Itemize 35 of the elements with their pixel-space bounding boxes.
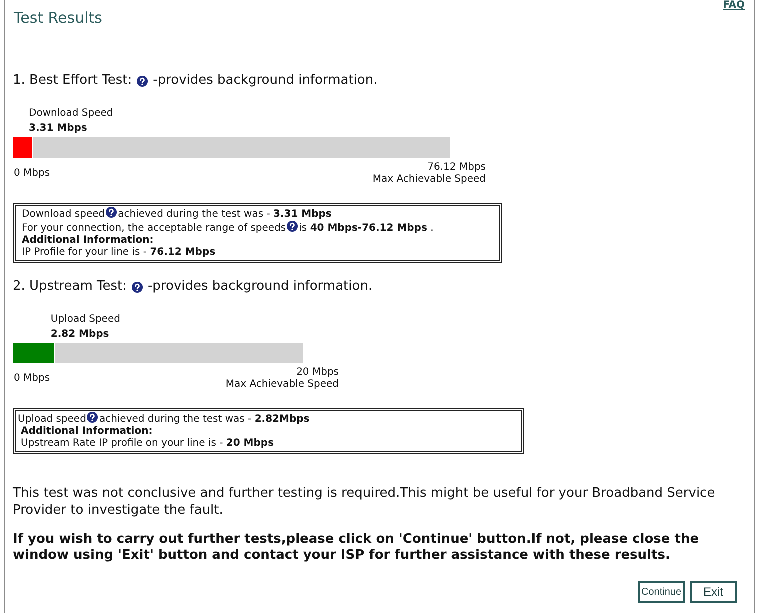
help-icon[interactable]: [132, 282, 143, 292]
info-text: IP Profile for your line is - 76.12 Mbps: [22, 247, 216, 258]
instruction-text: If you wish to carry out further tests,please click on 'Continue' button.If not, please close the window using 'Exit' button and contact your ISP for further assistance with these results.: [13, 532, 700, 564]
meter-value: 3.31 Mbps: [29, 122, 88, 136]
info-text: For your connection, the acceptable range of speeds: [22, 223, 286, 234]
section-note: -provides background information.: [153, 73, 378, 89]
help-icon[interactable]: [106, 207, 118, 218]
action-button[interactable]: Exit: [690, 581, 737, 603]
meter-label: Upload Speed: [50, 313, 120, 327]
scale-max-label: Max Achievable Speed: [372, 174, 486, 186]
info-text: Upstream Rate IP profile on your line is - 20 Mbps: [21, 438, 274, 449]
section-heading: 1. Best Effort Test:: [13, 73, 132, 89]
info-text: is 40 Mbps-76.12 Mbps .: [299, 223, 434, 234]
help-icon[interactable]: [287, 221, 298, 232]
scale-min-label: 0 Mbps: [14, 168, 50, 180]
info-heading: Additional Information:: [22, 235, 154, 246]
info-text: Upload speed: [18, 414, 86, 425]
info-text: Download speed: [22, 209, 106, 220]
meter-value: 2.82 Mbps: [50, 328, 110, 342]
scale-max-value: 20 Mbps: [296, 367, 339, 379]
info-text: achieved during the test was - 3.31 Mbps: [118, 209, 332, 220]
action-button[interactable]: Continue: [638, 581, 685, 603]
faq-link[interactable]: FAQ: [723, 0, 745, 11]
page-title: Test Results: [14, 8, 102, 27]
info-text: achieved during the test was - 2.82Mbps: [99, 414, 310, 425]
meter-label: Download Speed: [29, 107, 114, 121]
info-heading: Additional Information:: [21, 426, 153, 437]
scale-min-label: 0 Mbps: [14, 373, 50, 385]
help-icon[interactable]: [137, 76, 148, 86]
summary-text: This test was not conclusive and further testing is required.This might be useful for your Broadband Service Provider to investigate the fault.: [13, 485, 716, 519]
scale-max-value: 76.12 Mbps: [428, 162, 486, 174]
section-heading: 2. Upstream Test:: [13, 279, 127, 295]
help-icon[interactable]: [87, 412, 98, 423]
scale-max-label: Max Achievable Speed: [226, 379, 339, 391]
section-note: -provides background information.: [148, 279, 373, 295]
